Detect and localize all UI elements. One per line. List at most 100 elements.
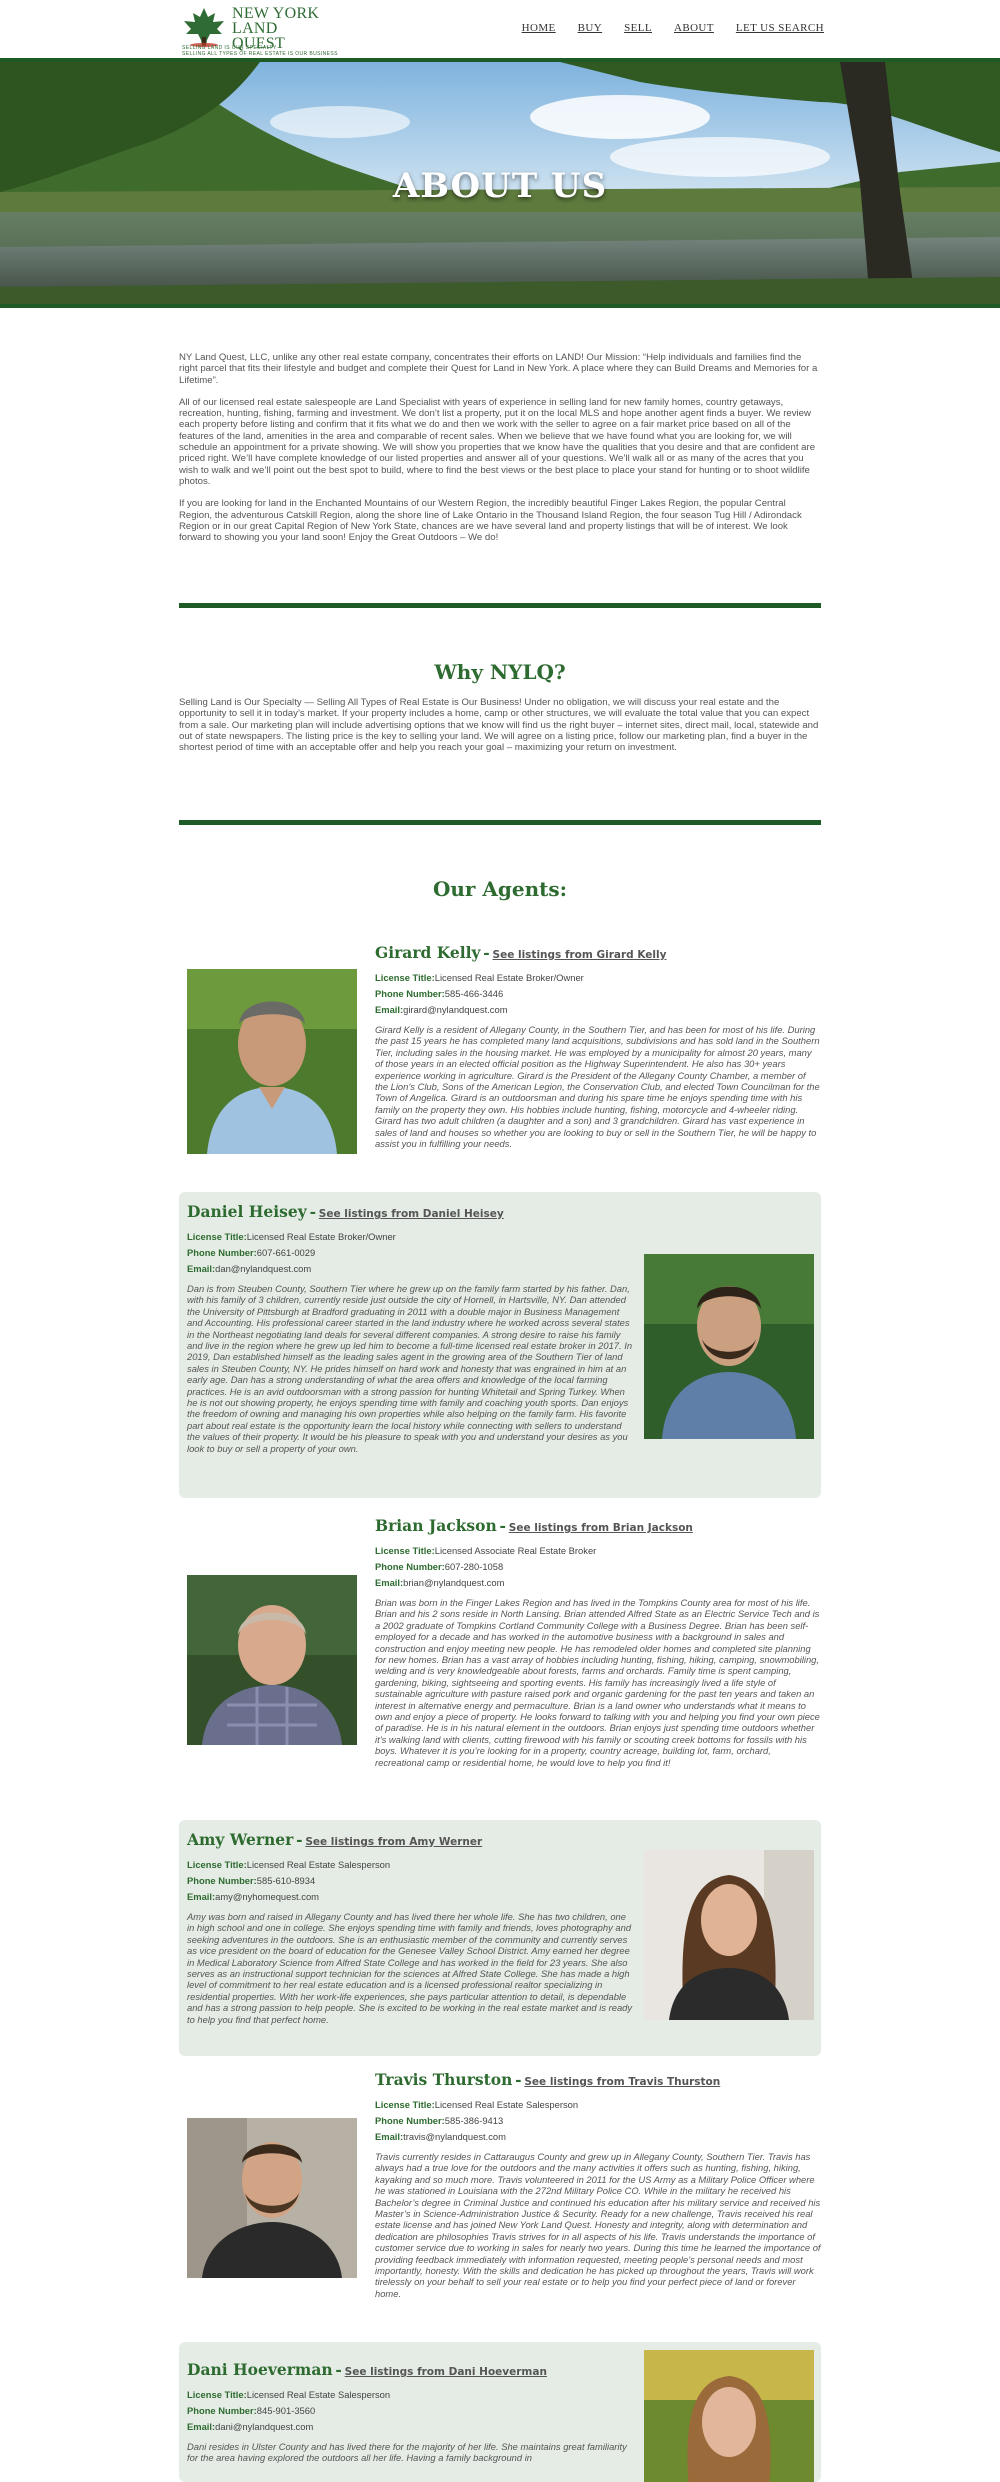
license-label: License Title: [187,1231,247,1242]
agent-phone: Phone Number:845-901-3560 [187,2405,633,2416]
agent-card-girard-kelly: Girard Kelly - See listings from Girard … [179,943,821,1173]
agent-bio: Girard Kelly is a resident of Allegany C… [375,1024,820,1150]
email-label: Email: [187,1891,216,1902]
agent-license: License Title:Licensed Real Estate Broke… [187,1231,633,1242]
phone-label: Phone Number: [187,1247,257,1258]
intro-paragraph-3: If you are looking for land in the Encha… [179,498,802,544]
license-value: Licensed Real Estate Salesperson [246,2389,391,2400]
agent-email: Email:amy@nyhomequest.com [187,1891,633,1902]
agents-title: Our Agents: [432,877,568,901]
phone-value[interactable]: 845-901-3560 [257,2405,315,2416]
email-label: Email: [187,2421,216,2432]
name-separator: - [335,2360,342,2379]
nav-home[interactable]: HOME [522,22,556,34]
license-value: Licensed Real Estate Broker/Owner [434,972,584,983]
intro-paragraph-1: NY Land Quest, LLC, unlike any other rea… [179,352,818,386]
agent-card-brian-jackson: Brian Jackson - See listings from Brian … [179,1516,821,1806]
nav-about[interactable]: ABOUT [674,22,714,34]
agent-name: Daniel Heisey [187,1202,307,1221]
email-value[interactable]: dani@nylandquest.com [215,2421,313,2432]
agent-email: Email:girard@nylandquest.com [375,1004,821,1015]
phone-label: Phone Number: [187,2405,257,2416]
agent-listings-link[interactable]: See listings from Amy Werner [305,1836,482,1848]
email-label: Email: [187,1263,216,1274]
agent-license: License Title:Licensed Real Estate Sales… [187,1859,633,1870]
phone-value[interactable]: 607-280-1058 [445,1561,503,1572]
intro-section: NY Land Quest, LLC, unlike any other rea… [179,352,821,554]
agent-info: Amy Werner - See listings from Amy Werne… [187,1830,633,2025]
phone-value[interactable]: 585-466-3446 [445,988,503,999]
agent-photo-girard-kelly [187,969,357,1154]
agent-listings-link[interactable]: See listings from Brian Jackson [509,1522,693,1534]
agent-info: Travis Thurston - See listings from Trav… [375,2070,821,2299]
why-text: Selling Land is Our Specialty — Selling … [179,697,819,754]
agent-info: Girard Kelly - See listings from Girard … [375,943,821,1149]
phone-value[interactable]: 585-386-9413 [445,2115,503,2126]
agent-card-travis-thurston: Travis Thurston - See listings from Trav… [179,2070,821,2330]
site-header: NEW YORK LAND QUEST SELLING LAND IS OUR … [0,0,1000,58]
agent-bio: Brian was born in the Finger Lakes Regio… [375,1597,820,1768]
license-label: License Title: [187,1859,247,1870]
agent-phone: Phone Number:607-661-0029 [187,1247,633,1258]
email-value[interactable]: girard@nylandquest.com [403,1004,507,1015]
why-title: Why NYLQ? [434,660,566,684]
email-label: Email: [375,2131,404,2142]
phone-value[interactable]: 607-661-0029 [257,1247,315,1258]
agent-photo-daniel-heisey [644,1254,814,1439]
email-value[interactable]: brian@nylandquest.com [403,1577,504,1588]
phone-label: Phone Number: [375,988,445,999]
agent-listings-link[interactable]: See listings from Dani Hoeverman [345,2366,547,2378]
page-title: ABOUT US [392,166,608,206]
agent-card-daniel-heisey: Daniel Heisey - See listings from Daniel… [179,1192,821,1498]
logo-tagline: SELLING LAND IS OUR SPECIALTY SELLING AL… [182,45,338,57]
agent-card-amy-werner: Amy Werner - See listings from Amy Werne… [179,1820,821,2056]
phone-value[interactable]: 585-610-8934 [257,1875,315,1886]
logo-line-1: NEW YORK [232,5,320,22]
agent-photo-brian-jackson [187,1575,357,1760]
license-value: Licensed Real Estate Salesperson [434,2099,579,2110]
section-divider [179,820,821,825]
email-value[interactable]: travis@nylandquest.com [403,2131,506,2142]
agent-listings-link[interactable]: See listings from Daniel Heisey [319,1208,504,1220]
agent-phone: Phone Number:585-466-3446 [375,988,821,999]
logo-tagline-2: SELLING ALL TYPES OF REAL ESTATE IS OUR … [182,51,338,57]
email-value[interactable]: dan@nylandquest.com [215,1263,311,1274]
agent-name: Brian Jackson [375,1516,497,1535]
agent-listings-link[interactable]: See listings from Girard Kelly [493,949,667,961]
agent-bio: Travis currently resides in Cattaraugus … [375,2151,821,2299]
nav-buy[interactable]: BUY [578,22,602,34]
agent-license: License Title:Licensed Real Estate Broke… [375,972,821,983]
agent-email: Email:brian@nylandquest.com [375,1577,821,1588]
license-value: Licensed Real Estate Broker/Owner [246,1231,396,1242]
agent-bio: Amy was born and raised in Allegany Coun… [187,1911,633,2025]
agent-name: Travis Thurston [375,2070,513,2089]
agent-email: Email:travis@nylandquest.com [375,2131,821,2142]
license-label: License Title: [375,1545,435,1556]
agent-listings-link[interactable]: See listings from Travis Thurston [524,2076,720,2088]
agent-phone: Phone Number:607-280-1058 [375,1561,821,1572]
phone-label: Phone Number: [187,1875,257,1886]
hero-banner: ABOUT US [0,58,1000,308]
agent-license: License Title:Licensed Real Estate Sales… [375,2099,821,2110]
agent-photo-travis-thurston [187,2118,357,2278]
email-label: Email: [375,1577,404,1588]
site-logo[interactable]: NEW YORK LAND QUEST SELLING LAND IS OUR … [182,5,337,58]
agent-bio: Dani resides in Ulster County and has li… [187,2441,627,2464]
agent-bio: Dan is from Steuben County, Southern Tie… [187,1283,633,1454]
agent-license: License Title:Licensed Real Estate Sales… [187,2389,633,2400]
license-value: Licensed Associate Real Estate Broker [434,1545,597,1556]
agent-email: Email:dani@nylandquest.com [187,2421,633,2432]
agent-photo-amy-werner [644,1850,814,2020]
agent-card-dani-hoeverman: Dani Hoeverman - See listings from Dani … [179,2342,821,2482]
nav-let-us-search[interactable]: LET US SEARCH [736,22,824,34]
name-separator: - [499,1516,506,1535]
agent-info: Dani Hoeverman - See listings from Dani … [187,2360,633,2464]
name-separator: - [483,943,490,962]
nav-sell[interactable]: SELL [624,22,652,34]
section-divider [179,603,821,608]
email-label: Email: [375,1004,404,1015]
name-separator: - [296,1830,303,1849]
license-label: License Title: [187,2389,247,2400]
agent-license: License Title:Licensed Associate Real Es… [375,1545,821,1556]
email-value[interactable]: amy@nyhomequest.com [215,1891,319,1902]
